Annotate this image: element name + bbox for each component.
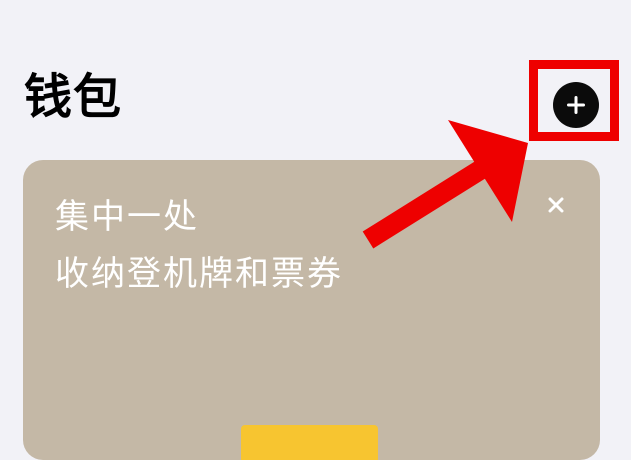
promo-card-line-2: 收纳登机牌和票券 bbox=[55, 254, 343, 294]
close-button[interactable] bbox=[545, 194, 567, 216]
add-pass-button[interactable] bbox=[553, 82, 599, 128]
promo-card: 集中一处 收纳登机牌和票券 bbox=[23, 160, 600, 460]
close-icon bbox=[548, 197, 564, 213]
plus-icon bbox=[567, 96, 585, 114]
page-title: 钱包 bbox=[24, 69, 123, 125]
promo-card-cta[interactable] bbox=[241, 425, 378, 460]
promo-card-line-1: 集中一处 bbox=[55, 197, 199, 237]
